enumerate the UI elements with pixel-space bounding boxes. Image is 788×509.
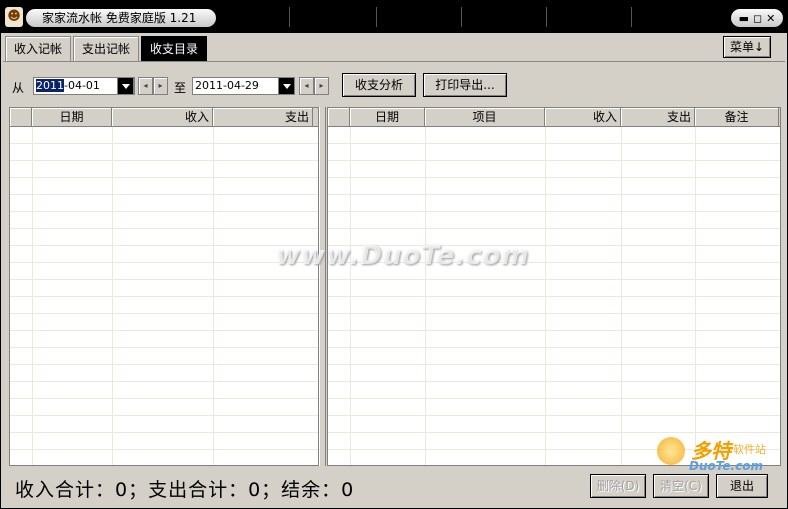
clear-button[interactable]: 清空(C) — [653, 474, 709, 498]
column-header-date[interactable]: 日期 — [350, 108, 425, 126]
from-date-next-button[interactable]: ▸ — [153, 77, 168, 95]
from-date-selected-part: 2011 — [36, 79, 64, 92]
logo-sub-text: 软件站 — [733, 443, 766, 456]
tab-ledger-list[interactable]: 收支目录 — [141, 36, 208, 61]
column-lines — [328, 127, 780, 465]
pane-splitter[interactable] — [319, 107, 326, 466]
column-header-rownum[interactable] — [10, 108, 32, 126]
titlebar-divider — [546, 7, 547, 27]
to-date-next-button[interactable]: ▸ — [314, 77, 329, 95]
tab-bar: 收入记帐 支出记帐 收支目录 — [5, 36, 209, 62]
print-export-button[interactable]: 打印导出... — [423, 73, 507, 97]
titlebar-divider — [376, 7, 377, 27]
column-header-rownum[interactable] — [328, 108, 350, 126]
titlebar-divider — [631, 7, 632, 27]
menu-button[interactable]: 菜单↓ — [723, 36, 771, 58]
analyze-button[interactable]: 收支分析 — [342, 73, 416, 97]
column-header-note[interactable]: 备注 — [695, 108, 779, 126]
from-date-prev-button[interactable]: ◂ — [138, 77, 153, 95]
from-date-dropdown-icon[interactable] — [117, 77, 134, 95]
minimize-icon[interactable]: ▬ — [739, 12, 749, 25]
watermark-text: www.DuoTe.com — [276, 241, 530, 271]
from-date-rest: -04-01 — [64, 79, 100, 92]
app-window: ☻ 家家流水帐 免费家庭版 1.21 ▬ ◻ ✕ 收入记帐 支出记帐 收支目录 … — [0, 0, 788, 509]
to-date-dropdown-icon[interactable] — [278, 77, 295, 95]
tab-expense-entry[interactable]: 支出记帐 — [73, 36, 140, 61]
column-header-item[interactable]: 项目 — [425, 108, 545, 126]
window-title: 家家流水帐 免费家庭版 1.21 — [26, 9, 216, 27]
totals-summary: 收入合计：0；支出合计：0；结余：0 — [15, 479, 355, 501]
column-header-expense[interactable]: 支出 — [213, 108, 313, 126]
detail-records-table[interactable]: 日期 项目 收入 支出 备注 — [327, 107, 781, 466]
logo-mascot-icon — [657, 437, 685, 465]
close-icon[interactable]: ✕ — [766, 12, 775, 25]
titlebar-divider — [461, 7, 462, 27]
column-header-income[interactable]: 收入 — [112, 108, 213, 126]
exit-button[interactable]: 退出 — [716, 474, 768, 498]
title-bar[interactable]: ☻ 家家流水帐 免费家庭版 1.21 ▬ ◻ ✕ — [1, 1, 787, 33]
app-logo-icon[interactable]: ☻ — [5, 7, 23, 27]
column-header-expense[interactable]: 支出 — [621, 108, 695, 126]
to-date-prev-button[interactable]: ◂ — [299, 77, 314, 95]
column-header-date[interactable]: 日期 — [32, 108, 112, 126]
tab-divider — [3, 61, 785, 62]
tab-income-entry[interactable]: 收入记帐 — [5, 36, 72, 61]
column-header-income[interactable]: 收入 — [545, 108, 621, 126]
logo-url-text: DuoTe.com — [689, 459, 763, 473]
summary-by-date-table[interactable]: 日期 收入 支出 — [9, 107, 319, 466]
column-lines — [10, 127, 318, 465]
window-controls: ▬ ◻ ✕ — [731, 9, 783, 27]
to-label: 至 — [174, 81, 187, 95]
table-header: 日期 项目 收入 支出 备注 — [328, 108, 780, 127]
restore-icon[interactable]: ◻ — [753, 12, 762, 25]
titlebar-divider — [289, 7, 290, 27]
table-header: 日期 收入 支出 — [10, 108, 318, 127]
from-label: 从 — [12, 81, 25, 95]
delete-button[interactable]: 删除(D) — [590, 474, 646, 498]
